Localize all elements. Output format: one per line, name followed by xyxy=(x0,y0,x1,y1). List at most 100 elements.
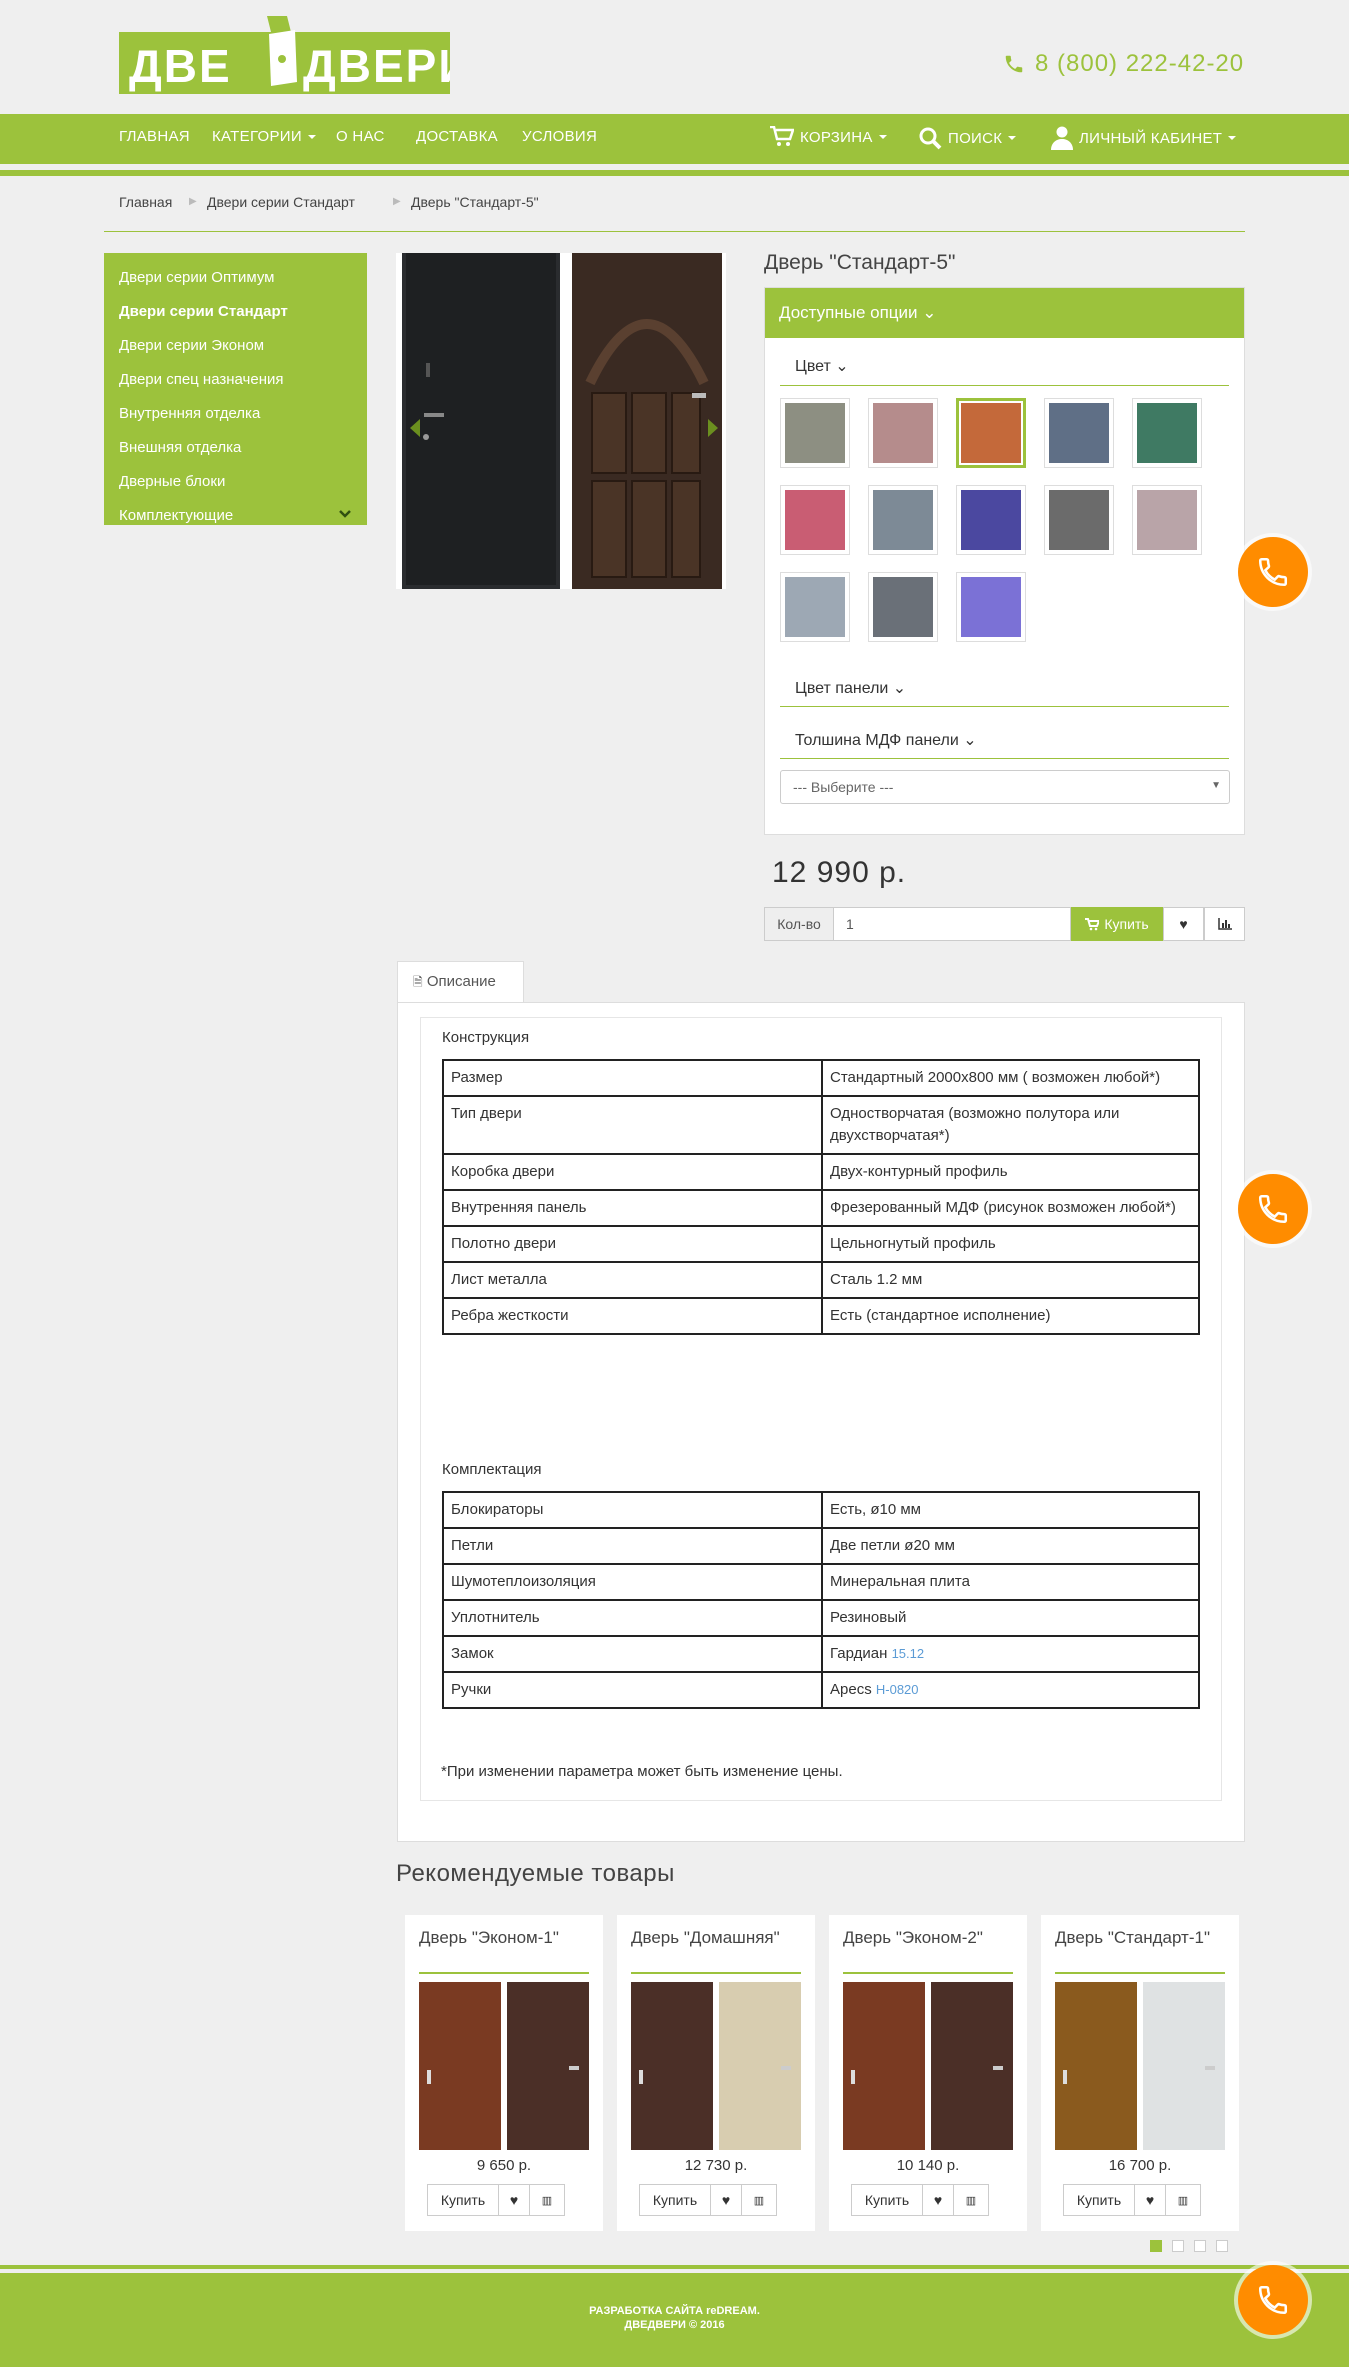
breadcrumb-current: Дверь "Стандарт-5" xyxy=(411,194,539,210)
carousel-dot[interactable] xyxy=(1194,2240,1206,2252)
qty-input[interactable]: 1 xyxy=(833,907,1071,941)
card-wishlist-button[interactable]: ♥ xyxy=(710,2184,742,2216)
color-swatch[interactable] xyxy=(780,572,850,642)
product-card[interactable]: Дверь "Домашняя" 12 730 р. Купить ♥ ▥ xyxy=(617,1915,815,2231)
price-note: *При изменении параметра может быть изме… xyxy=(441,1763,843,1780)
chevron-down-icon: ⌄ xyxy=(922,303,937,322)
card-compare-button[interactable]: ▥ xyxy=(529,2184,565,2216)
options-header[interactable]: Доступные опции ⌄ xyxy=(765,288,1244,338)
product-card[interactable]: Дверь "Эконом-2" 10 140 р. Купить ♥ ▥ xyxy=(829,1915,1027,2231)
card-buy-button[interactable]: Купить xyxy=(639,2184,711,2216)
caret-down-icon xyxy=(878,135,887,139)
card-compare-button[interactable]: ▥ xyxy=(953,2184,989,2216)
sidebar-item-special[interactable]: Двери спец назначения xyxy=(119,371,284,388)
sidebar-item-standard[interactable]: Двери серии Стандарт xyxy=(119,303,288,320)
color-swatch[interactable] xyxy=(1044,398,1114,468)
card-compare-button[interactable]: ▥ xyxy=(1165,2184,1201,2216)
spec-value: Минеральная плита xyxy=(821,1563,1200,1601)
card-compare-button[interactable]: ▥ xyxy=(741,2184,777,2216)
nav-about[interactable]: О НАС xyxy=(336,128,385,145)
card-price: 12 730 р. xyxy=(684,2157,748,2174)
callback-button[interactable] xyxy=(1238,1174,1308,1244)
sidebar-item-optimum[interactable]: Двери серии Оптимум xyxy=(119,269,274,286)
spec-value: Фрезерованный МДФ (рисунок возможен любо… xyxy=(821,1189,1200,1227)
sidebar-item-interior[interactable]: Внутренняя отделка xyxy=(119,405,260,422)
swatch-fill xyxy=(785,403,845,463)
callback-button[interactable] xyxy=(1238,2265,1308,2335)
nav-label: ПОИСК xyxy=(948,129,1003,147)
card-image[interactable] xyxy=(631,1982,801,2150)
swatch-fill xyxy=(785,490,845,550)
breadcrumb-category[interactable]: Двери серии Стандарт xyxy=(207,194,355,210)
color-swatch[interactable] xyxy=(868,485,938,555)
card-wishlist-button[interactable]: ♥ xyxy=(498,2184,530,2216)
sidebar-item-blocks[interactable]: Дверные блоки xyxy=(119,473,225,490)
card-image[interactable] xyxy=(1055,1982,1225,2150)
nav-categories[interactable]: КАТЕГОРИИ xyxy=(212,128,316,145)
chevron-down-icon[interactable] xyxy=(338,507,352,521)
nav-account[interactable]: ЛИЧНЫЙ КАБИНЕТ xyxy=(1051,126,1237,150)
footer-credits[interactable]: РАЗРАБОТКА САЙТА reDREAM. xyxy=(0,2305,1349,2317)
logo[interactable]: ДВЕ ДВЕРИ xyxy=(119,16,450,94)
card-buy-button[interactable]: Купить xyxy=(851,2184,923,2216)
wishlist-button[interactable]: ♥ xyxy=(1163,907,1204,941)
callback-button[interactable] xyxy=(1238,537,1308,607)
heart-icon: ♥ xyxy=(721,2192,731,2208)
mdf-select[interactable]: --- Выберите --- ▼ xyxy=(780,770,1230,804)
color-swatch[interactable] xyxy=(1132,485,1202,555)
color-swatch[interactable] xyxy=(1132,398,1202,468)
carousel-dot[interactable] xyxy=(1172,2240,1184,2252)
carousel-dot-active[interactable] xyxy=(1150,2240,1162,2252)
card-wishlist-button[interactable]: ♥ xyxy=(922,2184,954,2216)
nav-cart[interactable]: КОРЗИНА xyxy=(770,126,887,148)
color-swatch[interactable] xyxy=(956,572,1026,642)
product-card[interactable]: Дверь "Эконом-1" 9 650 р. Купить ♥ ▥ xyxy=(405,1915,603,2231)
color-swatch[interactable] xyxy=(956,398,1026,468)
card-title[interactable]: Дверь "Домашняя" xyxy=(631,1928,801,1948)
color-swatch[interactable] xyxy=(868,398,938,468)
nav-delivery[interactable]: ДОСТАВКА xyxy=(416,128,498,145)
color-option-toggle[interactable]: Цвет ⌄ xyxy=(795,356,849,376)
color-swatch[interactable] xyxy=(956,485,1026,555)
tab-description[interactable]: 🗎 Описание xyxy=(397,961,524,1003)
card-price: 10 140 р. xyxy=(896,2157,960,2174)
card-buy-button[interactable]: Купить xyxy=(427,2184,499,2216)
nav-search[interactable]: ПОИСК xyxy=(918,126,1017,150)
panel-color-toggle[interactable]: Цвет панели ⌄ xyxy=(795,678,906,698)
card-image[interactable] xyxy=(843,1982,1013,2150)
breadcrumb-home[interactable]: Главная xyxy=(119,194,172,210)
product-card[interactable]: Дверь "Стандарт-1" 16 700 р. Купить ♥ ▥ xyxy=(1041,1915,1239,2231)
caret-down-icon xyxy=(1008,136,1017,140)
buy-button[interactable]: Купить xyxy=(1071,907,1163,941)
card-title[interactable]: Дверь "Стандарт-1" xyxy=(1055,1928,1225,1948)
nav-terms[interactable]: УСЛОВИЯ xyxy=(522,128,597,145)
card-image[interactable] xyxy=(419,1982,589,2150)
lock-link[interactable]: 15.12 xyxy=(892,1646,925,1661)
card-title[interactable]: Дверь "Эконом-2" xyxy=(843,1928,1013,1948)
sidebar-item-econom[interactable]: Двери серии Эконом xyxy=(119,337,264,354)
card-wishlist-button[interactable]: ♥ xyxy=(1134,2184,1166,2216)
svg-text:ДВЕ: ДВЕ xyxy=(129,40,232,92)
construction-table: Размер Стандартный 2000х800 мм ( возможен… xyxy=(442,1059,1200,1335)
nav-home[interactable]: ГЛАВНАЯ xyxy=(119,128,190,145)
cart-icon xyxy=(1085,917,1100,930)
card-buy-button[interactable]: Купить xyxy=(1063,2184,1135,2216)
color-swatch[interactable] xyxy=(780,485,850,555)
swatch-fill xyxy=(873,403,933,463)
card-divider xyxy=(631,1972,801,1974)
tab-label: Описание xyxy=(426,973,496,990)
product-gallery[interactable] xyxy=(396,253,726,589)
color-swatch[interactable] xyxy=(780,398,850,468)
sidebar-item-exterior[interactable]: Внешняя отделка xyxy=(119,439,241,456)
table-row: Внутренняя панель Фрезерованный МДФ (рису… xyxy=(442,1189,1200,1227)
compare-button[interactable] xyxy=(1204,907,1245,941)
color-swatch[interactable] xyxy=(1044,485,1114,555)
spec-value: Одностворчатая (возможно полутора или дв… xyxy=(821,1095,1200,1155)
handle-link[interactable]: H-0820 xyxy=(876,1682,919,1697)
sidebar-item-accessories[interactable]: Комплектующие xyxy=(119,507,233,524)
color-swatch[interactable] xyxy=(868,572,938,642)
card-title[interactable]: Дверь "Эконом-1" xyxy=(419,1928,589,1948)
carousel-dot[interactable] xyxy=(1216,2240,1228,2252)
mdf-thickness-toggle[interactable]: Толшина МДФ панели ⌄ xyxy=(795,730,977,750)
header-phone[interactable]: 8 (800) 222-42-20 xyxy=(1003,50,1244,78)
